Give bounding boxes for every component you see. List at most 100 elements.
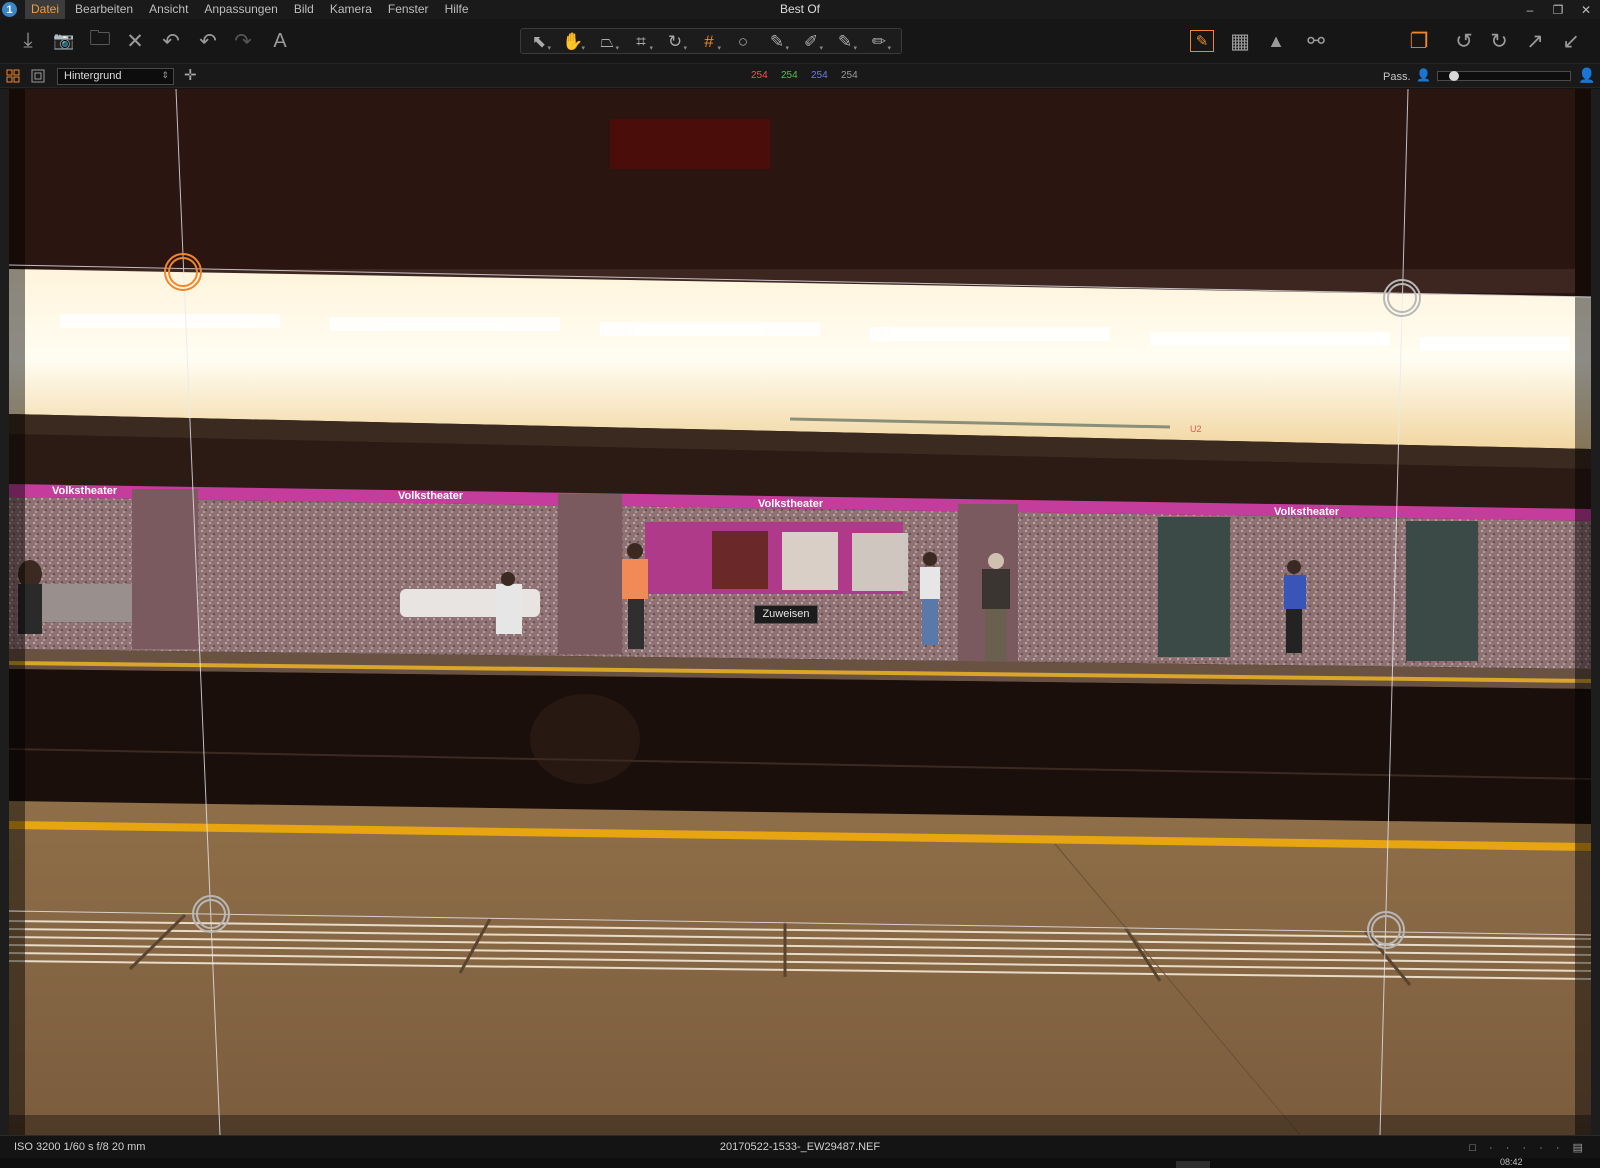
menu-hilfe[interactable]: Hilfe	[439, 0, 475, 19]
text-tool-button[interactable]: A	[266, 27, 294, 55]
edit-mask-icon: ✎	[1195, 33, 1209, 50]
layer-select-value: Hintergrund	[64, 70, 122, 82]
undo-button[interactable]: ↶	[194, 27, 222, 55]
undo-icon: ↶	[199, 29, 217, 53]
rotate-right-icon: ↻	[1490, 29, 1508, 53]
layer-bar: Hintergrund ⇕ ✛ 254 254 254 254 Pass. 👤 👤	[0, 63, 1600, 88]
import-icon: ⤓	[23, 29, 33, 52]
crop-tool-icon: ⌗	[636, 32, 646, 51]
menu-kamera[interactable]: Kamera	[324, 0, 378, 19]
menu-anpassungen[interactable]: Anpassungen	[198, 0, 283, 19]
import-button[interactable]: ⤓	[14, 27, 42, 55]
status-icons[interactable]: □ · · · · · ▤	[1469, 1141, 1588, 1154]
gradient-brush-tool[interactable]: ✐ ▾	[797, 31, 825, 53]
pen-tool[interactable]: ✏ ▾	[865, 31, 893, 53]
person-small-icon: 👤	[1416, 68, 1431, 82]
select-tool-icon: ⬉	[531, 32, 547, 51]
zoom-slider-knob[interactable]	[1448, 71, 1459, 81]
station-sign-3: Volkstheater	[758, 498, 824, 510]
crop-tool[interactable]: ⌗ ▾	[627, 31, 655, 53]
fit-label: Pass.	[1383, 71, 1411, 83]
apply-tooltip: Zuweisen	[754, 605, 818, 624]
keystone-tool[interactable]: ⏢ ▾	[593, 31, 621, 53]
rotate-left-icon: ↺	[1455, 29, 1473, 53]
exposure-warning-button[interactable]: ▲	[1262, 27, 1290, 55]
grid-overlay-icon: ▦	[1230, 29, 1250, 53]
window-controls: – ❐ ✕	[1516, 0, 1600, 19]
camera-icon: 📷	[53, 31, 75, 50]
restore-button[interactable]: ❐	[1544, 0, 1572, 19]
select-tool[interactable]: ⬉ ▾	[525, 31, 553, 53]
pen-tool-icon: ✏	[871, 32, 887, 51]
erase-tool-icon: ✎	[837, 32, 853, 51]
single-view-icon[interactable]	[31, 69, 46, 84]
grid-overlay-button[interactable]: ▦	[1226, 27, 1254, 55]
app-logo-icon: 1	[2, 2, 17, 17]
image-viewer[interactable]: U2 Volkstheater Volkstheater Volkstheate…	[0, 89, 1600, 1135]
bottom-time: 08:42	[1500, 1157, 1523, 1167]
erase-tool[interactable]: ✎ ▾	[831, 31, 859, 53]
proof-glasses-icon: ⚯	[1307, 29, 1325, 53]
rotate-tool-icon: ↻	[667, 32, 683, 51]
copy-adjustments-icon: ❐	[1409, 29, 1429, 53]
rgb-red-value: 254	[751, 70, 768, 81]
folder-button[interactable]: 🗀	[86, 27, 114, 55]
person-large-icon: 👤	[1578, 67, 1596, 83]
bottom-scroll-knob[interactable]	[1176, 1161, 1210, 1168]
grid-keystone-tool[interactable]: # ▾	[695, 31, 723, 53]
grid-keystone-tool-icon: #	[704, 32, 714, 51]
menu-ansicht[interactable]: Ansicht	[143, 0, 194, 19]
bottom-strip: 08:42	[0, 1157, 1600, 1168]
rgb-blue-value: 254	[811, 70, 828, 81]
status-bar: ISO 3200 1/60 s f/8 20 mm 20170522-1533-…	[0, 1135, 1600, 1158]
edit-mask-button[interactable]: ✎	[1190, 30, 1214, 52]
delete-button[interactable]: ✕	[121, 27, 149, 55]
export-arrow-button[interactable]: ↗	[1521, 27, 1549, 55]
station-sign-4: Volkstheater	[1274, 506, 1340, 518]
main-toolbar: ⤓ 📷 🗀 ✕ ↶ ↶ ↷ A ⬉ ▾ ✋ ▾ ⏢ ▾ ⌗ ▾ ↻ ▾ # ▾ ○ ✎ ▾ ✐…	[0, 19, 1600, 63]
brush-tool[interactable]: ✎ ▾	[763, 31, 791, 53]
apply-arrow-icon: ↙	[1562, 29, 1580, 53]
delete-icon: ✕	[126, 29, 144, 53]
close-button[interactable]: ✕	[1572, 0, 1600, 19]
brush-tool-icon: ✎	[769, 32, 785, 51]
ubahn-u2-label: U2	[1190, 424, 1202, 434]
add-layer-icon[interactable]: ✛	[184, 66, 197, 84]
rgb-luminance-value: 254	[841, 70, 858, 81]
select-arrows-icon: ⇕	[161, 70, 169, 80]
camera-button[interactable]: 📷	[50, 27, 78, 55]
proof-glasses-button[interactable]: ⚯	[1298, 27, 1334, 55]
circle-tool-icon: ○	[737, 32, 749, 51]
keystone-tool-icon: ⏢	[600, 32, 614, 51]
menu-datei[interactable]: Datei	[25, 0, 66, 19]
layer-select[interactable]: Hintergrund ⇕	[57, 68, 174, 85]
reset-icon: ↶	[162, 29, 180, 53]
pan-tool[interactable]: ✋ ▾	[559, 31, 587, 53]
redo-button[interactable]: ↷	[229, 27, 257, 55]
export-arrow-icon: ↗	[1526, 29, 1544, 53]
exposure-warning-icon: ▲	[1267, 30, 1285, 51]
redo-icon: ↷	[234, 29, 252, 53]
rotate-right-button[interactable]: ↻	[1485, 27, 1513, 55]
menu-bearbeiten[interactable]: Bearbeiten	[69, 0, 139, 19]
station-sign-2: Volkstheater	[398, 490, 464, 502]
copy-adjustments-button[interactable]: ❐	[1405, 27, 1433, 55]
gradient-brush-tool-icon: ✐	[803, 32, 819, 51]
menu-bild[interactable]: Bild	[288, 0, 320, 19]
rotate-left-button[interactable]: ↺	[1450, 27, 1478, 55]
folder-icon: 🗀	[89, 26, 111, 50]
apply-arrow-button[interactable]: ↙	[1557, 27, 1585, 55]
pan-tool-icon: ✋	[562, 32, 584, 51]
rotate-tool[interactable]: ↻ ▾	[661, 31, 689, 53]
file-name: 20170522-1533-_EW29487.NEF	[719, 1141, 881, 1153]
zoom-slider[interactable]	[1437, 71, 1571, 81]
menu-fenster[interactable]: Fenster	[382, 0, 435, 19]
cursor-tools-group: ⬉ ▾ ✋ ▾ ⏢ ▾ ⌗ ▾ ↻ ▾ # ▾ ○ ✎ ▾ ✐ ▾ ✎ ▾ ✏ ▾	[520, 28, 902, 54]
reset-button[interactable]: ↶	[157, 27, 185, 55]
grid-view-icon[interactable]	[6, 69, 21, 84]
circle-tool[interactable]: ○	[729, 31, 757, 53]
text-tool-icon: A	[273, 29, 287, 52]
minimize-button[interactable]: –	[1516, 0, 1544, 19]
window-title: Best Of	[779, 2, 821, 16]
title-bar: 1 Datei Bearbeiten Ansicht Anpassungen B…	[0, 0, 1600, 19]
